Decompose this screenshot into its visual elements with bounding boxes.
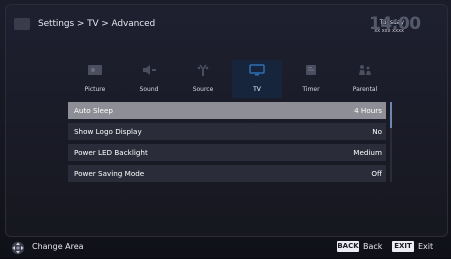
item-label: Power LED Backlight	[74, 148, 148, 157]
exit-key-icon: EXIT	[392, 241, 414, 252]
tab-parental[interactable]: Parental	[340, 60, 390, 98]
clock: 14:00	[369, 14, 421, 34]
tab-label: TV	[253, 86, 261, 93]
picture-icon	[85, 64, 105, 78]
tab-label: Picture	[84, 86, 106, 93]
tab-label: Timer	[302, 86, 320, 93]
tab-timer[interactable]: Timer	[286, 60, 336, 98]
settings-list: Auto Sleep 4 Hours Show Logo Display No …	[68, 102, 386, 186]
list-item-auto-sleep[interactable]: Auto Sleep 4 Hours	[68, 102, 386, 119]
settings-icon	[14, 18, 30, 30]
item-value: Medium	[353, 148, 382, 157]
tab-label: Source	[192, 86, 214, 93]
timer-icon	[301, 64, 321, 78]
item-label: Auto Sleep	[74, 106, 113, 115]
back-key-icon: BACK	[337, 241, 359, 252]
category-tabs: Picture Sound Source TV Timer Parental	[70, 60, 390, 98]
item-value: 4 Hours	[354, 106, 382, 115]
exit-label: Exit	[418, 242, 434, 251]
sound-icon	[139, 64, 159, 78]
tv-icon	[247, 64, 267, 78]
source-icon	[193, 64, 213, 78]
scrollbar-thumb[interactable]	[390, 102, 392, 128]
tab-label: Parental	[352, 86, 378, 93]
tab-sound[interactable]: Sound	[124, 60, 174, 98]
item-value: No	[372, 127, 382, 136]
navigation-pad-icon	[11, 240, 25, 255]
parental-icon	[355, 64, 375, 78]
item-value: Off	[371, 169, 382, 178]
item-label: Power Saving Mode	[74, 169, 145, 178]
list-item-show-logo-display[interactable]: Show Logo Display No	[68, 123, 386, 140]
change-area-hint: Change Area	[32, 242, 84, 251]
back-label: Back	[363, 242, 383, 251]
tab-picture[interactable]: Picture	[70, 60, 120, 98]
list-item-power-saving-mode[interactable]: Power Saving Mode Off	[68, 165, 386, 182]
list-item-power-led-backlight[interactable]: Power LED Backlight Medium	[68, 144, 386, 161]
tv-screen: Settings > TV > Advanced Tuesday xx xxx …	[0, 0, 451, 258]
breadcrumb: Settings > TV > Advanced	[38, 19, 156, 29]
scrollbar[interactable]	[390, 102, 392, 182]
item-label: Show Logo Display	[74, 127, 142, 136]
tab-label: Sound	[139, 86, 159, 93]
tab-tv[interactable]: TV	[232, 60, 282, 98]
tab-source[interactable]: Source	[178, 60, 228, 98]
